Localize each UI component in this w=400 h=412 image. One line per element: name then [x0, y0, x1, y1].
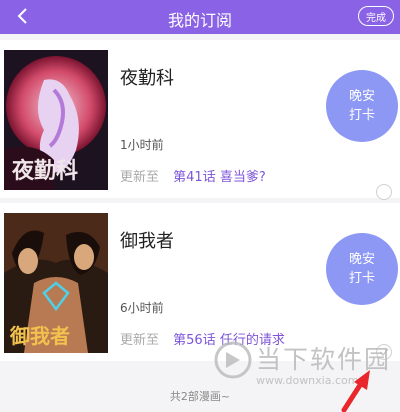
subscription-card[interactable]: 御我者 御我者 6小时前 更新至 第56话 任行的请求 晚安 打卡 — [0, 203, 400, 361]
page-title: 我的订阅 — [167, 11, 232, 30]
checkin-label-line1: 晚安 — [348, 89, 375, 104]
checkin-label-line2: 打卡 — [348, 108, 375, 123]
cover-title-text: 夜勤科 — [11, 158, 78, 184]
update-label: 更新至 — [120, 170, 160, 185]
cover-image: 御我者 — [4, 213, 108, 353]
subscription-card[interactable]: 夜勤科 夜勤科 1小时前 更新至 第41话 喜当爹? 晚安 打卡 — [0, 40, 400, 198]
comic-cover[interactable]: 御我者 — [4, 213, 108, 353]
comic-cover[interactable]: 夜勤科 — [4, 50, 108, 190]
latest-update: 更新至 第41话 喜当爹? — [120, 166, 266, 185]
watermark-logo-icon — [214, 341, 252, 379]
checkin-label-line2: 打卡 — [348, 271, 375, 286]
select-radio[interactable] — [376, 184, 392, 200]
cover-image: 夜勤科 — [4, 50, 108, 190]
update-time: 6小时前 — [120, 301, 164, 315]
checkin-label-line1: 晚安 — [348, 252, 375, 267]
top-bar: 我的订阅 完成 — [0, 0, 400, 34]
update-label: 更新至 — [120, 333, 160, 348]
comic-title: 御我者 — [120, 231, 174, 252]
annotation-arrow-icon — [341, 370, 370, 412]
cover-title-text: 御我者 — [9, 324, 70, 348]
done-button[interactable]: 完成 — [358, 6, 394, 26]
goodnight-checkin-button[interactable]: 晚安 打卡 — [326, 70, 398, 142]
latest-episode-link[interactable]: 第41话 喜当爹? — [173, 170, 266, 185]
goodnight-checkin-button[interactable]: 晚安 打卡 — [326, 233, 398, 305]
update-time: 1小时前 — [120, 138, 164, 152]
comic-title: 夜勤科 — [120, 68, 174, 89]
